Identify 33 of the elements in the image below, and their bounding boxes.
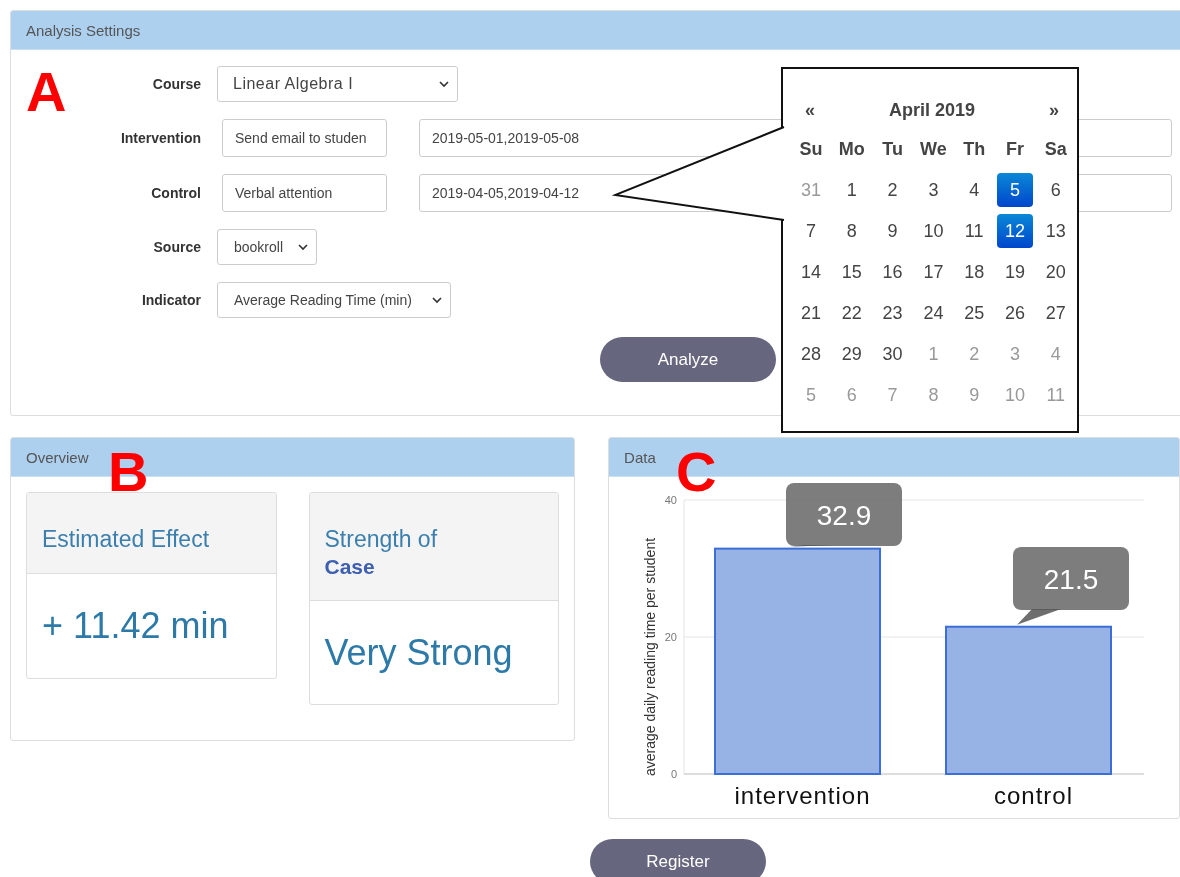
field-label: Control <box>150 185 201 201</box>
card-value: Very Strong <box>324 631 513 674</box>
card-value: + 11.42 min <box>42 605 229 647</box>
category-label: intervention <box>734 782 871 809</box>
value-tooltip: 21.5 <box>1013 547 1130 625</box>
data-label: 32.9 <box>816 500 872 531</box>
weekday-label: We <box>919 138 948 161</box>
card-title: Estimated Effect <box>42 526 210 552</box>
field-label: Source <box>152 239 201 255</box>
axis-tick-label: 0 <box>670 768 678 780</box>
field-label: Indicator <box>140 292 201 308</box>
weekday-label: Th <box>962 138 987 161</box>
field-label: Intervention <box>119 130 201 146</box>
annotation-letter: C <box>676 444 717 500</box>
weekday-label: Fr <box>1005 138 1025 161</box>
weekday-label: Mo <box>837 138 866 161</box>
annotation-letter: A <box>26 64 67 120</box>
field-label: Course <box>151 76 201 92</box>
weekday-label: Su <box>798 138 824 161</box>
axis-title: average daily reading time per student <box>642 537 659 777</box>
month-title: April 2019 <box>888 99 975 121</box>
weekday-label: Sa <box>1043 138 1068 161</box>
category-label: control <box>994 782 1074 809</box>
axis-tick-label: 20 <box>664 631 678 643</box>
value-tooltip: 32.9 <box>786 483 903 547</box>
data-label: 21.5 <box>1043 564 1099 595</box>
panel-title: Analysis Settings <box>26 21 141 39</box>
panel-title: Data <box>624 448 656 466</box>
card-title: Strength of Case <box>324 526 439 580</box>
annotation-letter: B <box>108 444 149 500</box>
axis-tick-label: 40 <box>664 494 678 506</box>
panel-title: Overview <box>26 448 89 466</box>
weekday-label: Tu <box>881 138 904 161</box>
